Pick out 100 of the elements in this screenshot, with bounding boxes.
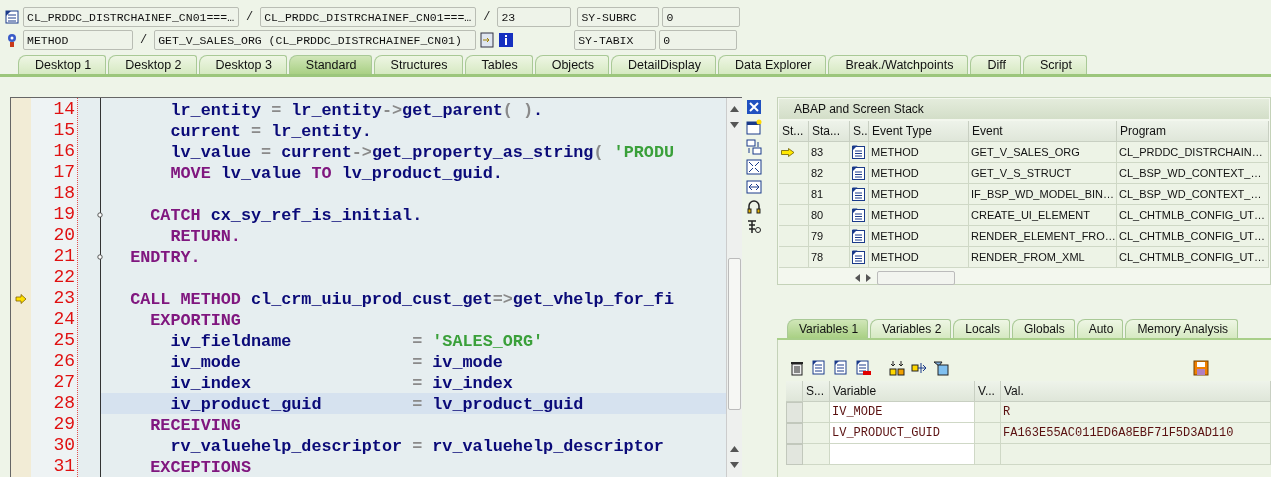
scroll-up-icon[interactable] <box>730 106 739 112</box>
scroll-right-icon[interactable] <box>866 274 871 282</box>
input-field[interactable] <box>830 444 975 465</box>
variables-tab[interactable]: Globals <box>1012 319 1075 338</box>
table-cell: 82 <box>809 163 850 184</box>
variables-tab[interactable]: Variables 2 <box>870 319 952 338</box>
table-cell: METHOD <box>869 205 969 226</box>
table-cell: CL_CHTMLB_CONFIG_UT… <box>1117 205 1269 226</box>
variable-value: R <box>1001 402 1271 423</box>
tree-structure-icon[interactable] <box>746 219 762 235</box>
code-text: EXCEPTIONS <box>149 458 251 477</box>
code-text: EXPORTING <box>149 311 241 330</box>
variables-tab[interactable]: Auto <box>1076 319 1124 338</box>
desktop-tab[interactable]: Structures <box>373 55 463 74</box>
save-icon[interactable] <box>1193 360 1209 376</box>
list-remove-icon[interactable] <box>855 360 871 376</box>
display-field[interactable]: METHOD <box>23 29 133 50</box>
line-number: 14 <box>52 99 76 120</box>
line-number: 22 <box>52 267 76 288</box>
scroll-down-icon[interactable] <box>730 462 739 468</box>
variables-tab[interactable]: Variables 1 <box>787 319 869 338</box>
info-icon[interactable] <box>498 31 515 48</box>
table-cell: CL_BSP_WD_CONTEXT_… <box>1117 163 1269 184</box>
source-icon[interactable] <box>4 8 20 25</box>
variable-name[interactable]: IV_MODE <box>830 402 975 423</box>
separator: / <box>482 9 492 24</box>
table-cell: RENDER_ELEMENT_FRO… <box>969 226 1117 247</box>
system-field-value: 0 <box>662 6 741 27</box>
table-cell: CL_BSP_WD_CONTEXT_… <box>1117 184 1269 205</box>
scroll-down-icon[interactable] <box>730 122 739 128</box>
table-cell: CREATE_UI_ELEMENT <box>969 205 1117 226</box>
table-cell: CL_CHTMLB_CONFIG_UT… <box>1117 226 1269 247</box>
code-text: RETURN. <box>169 227 241 246</box>
scroll-left-icon[interactable] <box>855 274 860 282</box>
desktop-tab[interactable]: Objects <box>534 55 610 74</box>
code-text: lv_value = current->get_property_as_string( 'PRODU <box>169 143 675 162</box>
table-cell: 83 <box>809 142 850 163</box>
sort-icon[interactable] <box>889 360 905 376</box>
table-cell: 80 <box>809 205 850 226</box>
desktop-tab[interactable]: Desktop 1 <box>18 55 107 74</box>
desktop-tab[interactable]: Script <box>1022 55 1087 74</box>
horizontal-scrollbar[interactable] <box>877 271 955 285</box>
filter-icon[interactable] <box>933 360 949 376</box>
variable-name[interactable]: LV_PRODUCT_GUID <box>830 423 975 444</box>
close-icon[interactable] <box>746 99 762 115</box>
line-number: 21 <box>52 246 76 267</box>
fold-marker-icon[interactable] <box>97 211 103 218</box>
table-cell: 79 <box>809 226 850 247</box>
desktop-tab[interactable]: Break./Watchpoints <box>828 55 969 74</box>
method-icon <box>852 187 865 201</box>
column-header[interactable]: S.. <box>850 121 869 142</box>
list-icon[interactable] <box>833 360 849 376</box>
scroll-up-icon[interactable] <box>730 446 739 452</box>
table-cell <box>803 444 830 465</box>
system-field-value: 0 <box>659 29 738 50</box>
code-text: ENDTRY. <box>129 248 201 267</box>
desktop-tab[interactable]: Standard <box>288 55 372 74</box>
display-field[interactable]: CL_PRDDC_DISTRCHAINEF_CN01===… <box>23 6 239 27</box>
column-header[interactable]: Val. <box>1001 381 1271 402</box>
line-number: 19 <box>52 204 76 225</box>
column-header[interactable]: Variable <box>830 381 975 402</box>
code-text: iv_index = iv_index <box>169 374 513 393</box>
display-field[interactable]: GET_V_SALES_ORG (CL_PRDDC_DISTRCHAINEF_CN01) <box>154 29 477 50</box>
vertical-scrollbar[interactable] <box>726 98 742 477</box>
column-header[interactable]: Event <box>969 121 1117 142</box>
column-header[interactable]: St... <box>779 121 809 142</box>
line-number: 15 <box>52 120 76 141</box>
table-cell: CL_PRDDC_DISTRCHAIN… <box>1117 142 1269 163</box>
desktop-tab[interactable]: Desktop 2 <box>108 55 197 74</box>
system-field-name: SY-SUBRC <box>577 6 660 27</box>
maximize-icon[interactable] <box>746 159 762 175</box>
line-number: 25 <box>52 330 76 351</box>
table-cell <box>803 423 830 444</box>
fold-marker-icon[interactable] <box>97 253 103 260</box>
list-icon[interactable] <box>811 360 827 376</box>
variables-tab[interactable]: Memory Analysis <box>1125 319 1239 338</box>
code-text: current = lr_entity. <box>169 122 372 141</box>
variables-tab[interactable]: Locals <box>953 319 1010 338</box>
method-icon <box>852 145 865 159</box>
code-text: lr_entity = lr_entity->get_parent( ). <box>169 101 544 120</box>
method-icon <box>852 250 865 264</box>
column-header[interactable]: V... <box>975 381 1001 402</box>
method-icon <box>852 208 865 222</box>
export-icon[interactable] <box>911 360 927 376</box>
column-header[interactable]: Event Type <box>869 121 969 142</box>
display-field[interactable]: CL_PRDDC_DISTRCHAINEF_CN01===… <box>260 6 477 27</box>
display-field[interactable]: 23 <box>497 6 572 27</box>
column-header[interactable]: S... <box>803 381 830 402</box>
resize-width-icon[interactable] <box>746 179 762 195</box>
headset-icon[interactable] <box>746 199 762 215</box>
desktop-tab[interactable]: Desktop 3 <box>198 55 287 74</box>
swap-icon[interactable] <box>746 139 762 155</box>
desktop-tab[interactable]: Data Explorer <box>718 55 827 74</box>
column-header[interactable]: Sta... <box>809 121 850 142</box>
column-header[interactable]: Program <box>1117 121 1269 142</box>
new-window-icon[interactable] <box>746 119 762 135</box>
trash-icon[interactable] <box>789 360 805 376</box>
desktop-tab[interactable]: Tables <box>464 55 533 74</box>
desktop-tab[interactable]: DetailDisplay <box>611 55 717 74</box>
desktop-tab[interactable]: Diff <box>970 55 1021 74</box>
